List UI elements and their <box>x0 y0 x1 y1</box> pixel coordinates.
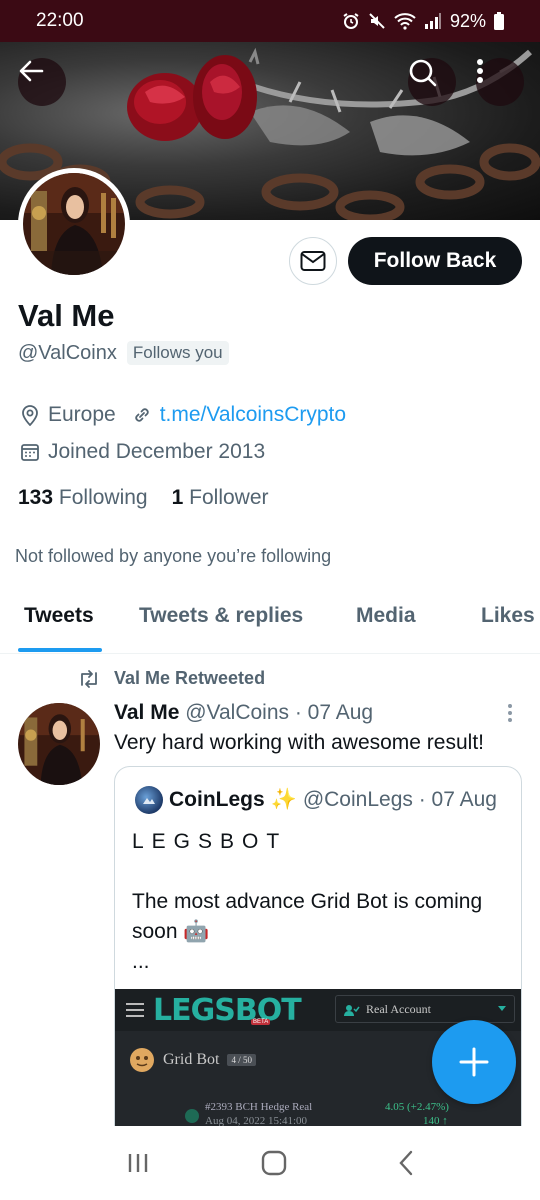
profile-meta-joined: Joined December 2013 <box>20 440 265 464</box>
alarm-icon <box>343 13 359 29</box>
tweet-author-name[interactable]: Val Me <box>114 701 179 724</box>
arrow-left-icon <box>19 60 44 82</box>
profile-location: Europe <box>48 403 116 426</box>
follower-label: Follower <box>189 486 269 509</box>
message-button[interactable] <box>289 237 337 285</box>
user-check-icon <box>344 1005 360 1016</box>
profile-meta-location-link: Europe t.me/ValcoinsCrypto <box>20 403 346 427</box>
follow-back-button[interactable]: Follow Back <box>348 237 522 285</box>
quote-body: LEGSBOT The most advance Grid Bot is com… <box>132 827 512 977</box>
account-label: Real Account <box>366 1001 431 1016</box>
quote-title: LEGSBOT <box>132 830 288 853</box>
profile-name: Val Me <box>18 298 115 333</box>
more-vertical-icon <box>477 59 483 83</box>
quote-header: CoinLegs ✨ @CoinLegs · 07 Aug <box>135 786 497 814</box>
status-icons: 92% <box>342 11 504 32</box>
quote-author-meta: @CoinLegs · 07 Aug <box>302 788 497 811</box>
following-count-link[interactable]: 133 Following <box>18 486 148 510</box>
compose-tweet-button[interactable] <box>432 1020 516 1104</box>
signal-icon <box>424 13 441 29</box>
trade-name: #2393 BCH Hedge Real <box>205 1101 313 1113</box>
quote-text: The most advance Grid Bot is coming soon… <box>132 890 483 943</box>
home-icon[interactable] <box>261 1150 287 1176</box>
retweet-label[interactable]: Val Me Retweeted <box>114 668 265 689</box>
legsbot-beta-badge: BETA <box>251 1019 271 1025</box>
back-button[interactable] <box>18 58 66 106</box>
following-label: Following <box>58 486 148 509</box>
not-followed-text: Not followed by anyone you’re following <box>15 546 332 566</box>
handle-row: @ValCoinx Follows you <box>18 341 229 365</box>
more-options-button[interactable] <box>476 58 524 106</box>
battery-percent: 92% <box>449 10 486 31</box>
retweet-icon <box>81 669 97 688</box>
plus-icon <box>459 1047 489 1077</box>
profile-tabs: Tweets Tweets & replies Media Likes <box>0 590 540 654</box>
tweet-header: Val Me @ValCoins · 07 Aug <box>114 701 373 725</box>
follower-count-link[interactable]: 1 Follower <box>172 486 269 510</box>
follow-counts: 133 Following 1 Follower <box>18 486 269 510</box>
calendar-icon <box>20 442 40 462</box>
sparkles-icon: ✨ <box>270 788 297 811</box>
back-nav-icon[interactable] <box>398 1150 414 1176</box>
tweet-text: Very hard working with awesome result! <box>114 731 484 754</box>
system-nav-bar <box>0 1126 540 1200</box>
quote-ellipsis: ... <box>132 950 150 973</box>
follows-you-badge: Follows you <box>126 341 229 365</box>
account-select: Real Account <box>335 995 515 1023</box>
chevron-down-icon <box>498 1006 506 1011</box>
tweet-author-meta: @ValCoins · 07 Aug <box>185 701 374 724</box>
status-time: 22:00 <box>36 10 84 31</box>
tab-likes[interactable]: Likes <box>481 604 535 628</box>
profile-avatar[interactable] <box>18 168 130 280</box>
follower-count: 1 <box>171 486 184 509</box>
grid-bot-label: Grid Bot <box>163 1051 220 1068</box>
profile-handle: @ValCoinx <box>18 341 117 364</box>
following-count: 133 <box>18 486 54 509</box>
grid-bot-row: Grid Bot 4 / 50 <box>129 1047 256 1073</box>
status-bar: 22:00 92% <box>0 0 540 42</box>
recent-apps-icon[interactable] <box>126 1152 150 1174</box>
legsbot-logo: LEGSBOT <box>153 992 302 1028</box>
tab-tweets[interactable]: Tweets <box>24 604 94 628</box>
avatar-image <box>23 173 125 275</box>
quoted-tweet[interactable]: CoinLegs ✨ @CoinLegs · 07 Aug LEGSBOT Th… <box>114 766 522 1186</box>
trade-pnl: 4.05 (+2.47%) <box>385 1101 449 1113</box>
mute-icon <box>369 13 385 29</box>
tweet-avatar[interactable] <box>18 703 100 785</box>
link-icon <box>132 405 152 425</box>
active-tab-indicator <box>18 648 102 652</box>
search-icon <box>409 59 437 87</box>
quote-avatar <box>135 786 163 814</box>
grid-count-badge: 4 / 50 <box>227 1054 256 1066</box>
search-button[interactable] <box>408 58 456 106</box>
trade-status-dot <box>185 1109 199 1123</box>
battery-icon <box>494 12 504 30</box>
quote-author-name: CoinLegs <box>169 788 265 811</box>
profile-joined: Joined December 2013 <box>48 440 266 463</box>
wifi-icon <box>394 13 416 30</box>
location-pin-icon <box>20 404 40 426</box>
retweet-context: Val Me Retweeted <box>78 668 265 689</box>
envelope-icon <box>300 251 326 271</box>
profile-link[interactable]: t.me/ValcoinsCrypto <box>160 403 346 427</box>
tab-media[interactable]: Media <box>356 604 416 628</box>
tab-tweets-replies[interactable]: Tweets & replies <box>139 604 303 628</box>
bot-emoji-icon <box>130 1048 154 1072</box>
tweet-more-icon[interactable] <box>500 702 520 724</box>
hamburger-menu-icon <box>126 1003 144 1017</box>
